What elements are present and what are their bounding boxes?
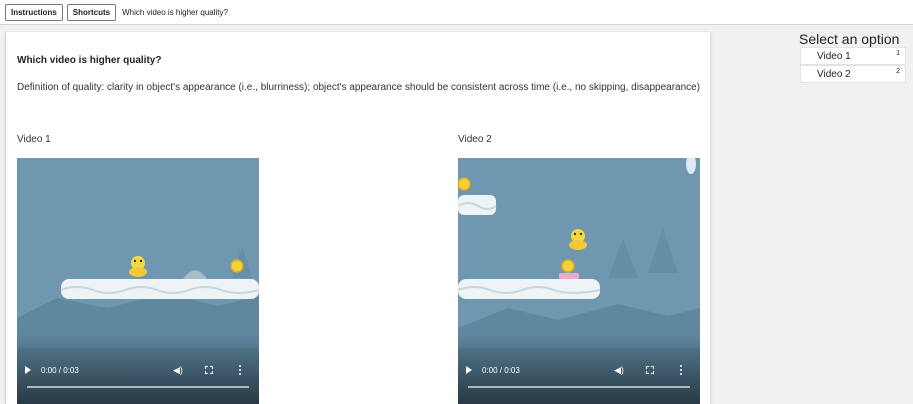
more-options-icon[interactable] bbox=[239, 365, 241, 375]
video-1-player[interactable]: 0:00 / 0:03 ◀) bbox=[17, 158, 259, 404]
shortcuts-button[interactable]: Shortcuts bbox=[66, 3, 117, 21]
option-label: Video 2 bbox=[817, 68, 851, 80]
instructions-button[interactable]: Instructions bbox=[5, 3, 63, 21]
video-1-time: 0:00 / 0:03 bbox=[41, 365, 79, 375]
video-2-controls: 0:00 / 0:03 ◀) bbox=[458, 362, 700, 378]
volume-icon[interactable]: ◀) bbox=[173, 365, 183, 375]
question-title: Which video is higher quality? bbox=[17, 55, 162, 66]
video-2-label: Video 2 bbox=[458, 134, 492, 145]
play-icon[interactable] bbox=[25, 366, 31, 374]
fullscreen-icon[interactable] bbox=[646, 366, 654, 374]
video-2-progress-bar[interactable] bbox=[468, 386, 690, 388]
options-panel: Select an option Video 1 1 Video 2 2 bbox=[793, 31, 913, 83]
top-bar: Instructions Shortcuts Which video is hi… bbox=[0, 0, 913, 25]
video-1-progress-bar[interactable] bbox=[27, 386, 249, 388]
fullscreen-icon[interactable] bbox=[205, 366, 213, 374]
task-card: Which video is higher quality? Definitio… bbox=[6, 32, 710, 404]
option-video-2[interactable]: Video 2 2 bbox=[800, 65, 906, 83]
option-video-1[interactable]: Video 1 1 bbox=[800, 47, 906, 65]
play-icon[interactable] bbox=[466, 366, 472, 374]
video-2-player[interactable]: 0:00 / 0:03 ◀) bbox=[458, 158, 700, 404]
task-title: Which video is higher quality? bbox=[122, 7, 228, 17]
video-2-time: 0:00 / 0:03 bbox=[482, 365, 520, 375]
option-shortcut-key: 1 bbox=[896, 50, 900, 57]
video-1-label: Video 1 bbox=[17, 134, 51, 145]
video-1-controls: 0:00 / 0:03 ◀) bbox=[17, 362, 259, 378]
options-title: Select an option bbox=[799, 31, 900, 47]
more-options-icon[interactable] bbox=[680, 365, 682, 375]
quality-definition: Definition of quality: clarity in object… bbox=[17, 82, 701, 93]
volume-icon[interactable]: ◀) bbox=[614, 365, 624, 375]
option-label: Video 1 bbox=[817, 50, 851, 62]
option-shortcut-key: 2 bbox=[896, 68, 900, 75]
